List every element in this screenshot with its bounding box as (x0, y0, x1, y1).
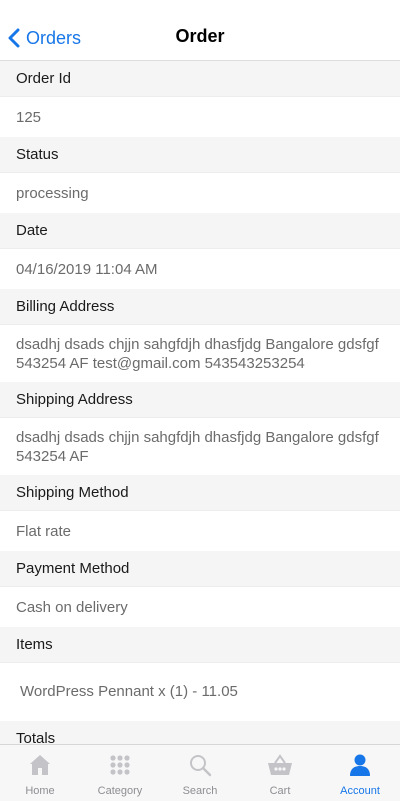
status-header: Status (0, 137, 400, 173)
shipping-address-header: Shipping Address (0, 382, 400, 418)
payment-method-value: Cash on delivery (16, 598, 128, 616)
billing-address-header: Billing Address (0, 289, 400, 325)
shipping-method-value: Flat rate (16, 522, 72, 540)
status-value: processing (16, 184, 89, 202)
payment-method-header: Payment Method (0, 551, 400, 587)
tab-cart-label: Cart (269, 785, 291, 797)
user-icon (350, 754, 370, 776)
grid-icon (110, 755, 130, 775)
page-title: Order (175, 26, 225, 46)
tab-search[interactable]: Search (160, 745, 240, 801)
items-header: Items (0, 627, 400, 663)
tab-category[interactable]: Category (80, 745, 160, 801)
basket-icon (268, 754, 292, 775)
item-row: WordPress Pennant x (1) - 11.05 (20, 682, 238, 700)
home-icon (30, 755, 50, 775)
tab-search-label: Search (182, 785, 218, 797)
billing-address-value: dsadhj dsads chjjn sahgfdjh dhasfjdg Ban… (16, 335, 379, 372)
tab-home-label: Home (25, 785, 55, 797)
tab-category-label: Category (97, 785, 143, 797)
date-value: 04/16/2019 11:04 AM (16, 260, 158, 278)
shipping-address-value: dsadhj dsads chjjn sahgfdjh dhasfjdg Ban… (16, 428, 379, 465)
totals-header: Totals (0, 721, 400, 744)
tab-bar: Home Category Search Cart Account (0, 744, 400, 801)
shipping-method-header: Shipping Method (0, 475, 400, 511)
tab-home[interactable]: Home (0, 745, 80, 801)
tab-cart[interactable]: Cart (240, 745, 320, 801)
navigation-bar: Orders Order (0, 0, 400, 61)
order-details[interactable]: Order Id 125 Status processing Date 04/1… (0, 61, 400, 744)
order-id-value: 125 (16, 108, 42, 126)
tab-account[interactable]: Account (320, 745, 400, 801)
order-id-header: Order Id (0, 61, 400, 97)
tab-account-label: Account (340, 785, 380, 797)
search-icon (190, 755, 212, 777)
date-header: Date (0, 213, 400, 249)
